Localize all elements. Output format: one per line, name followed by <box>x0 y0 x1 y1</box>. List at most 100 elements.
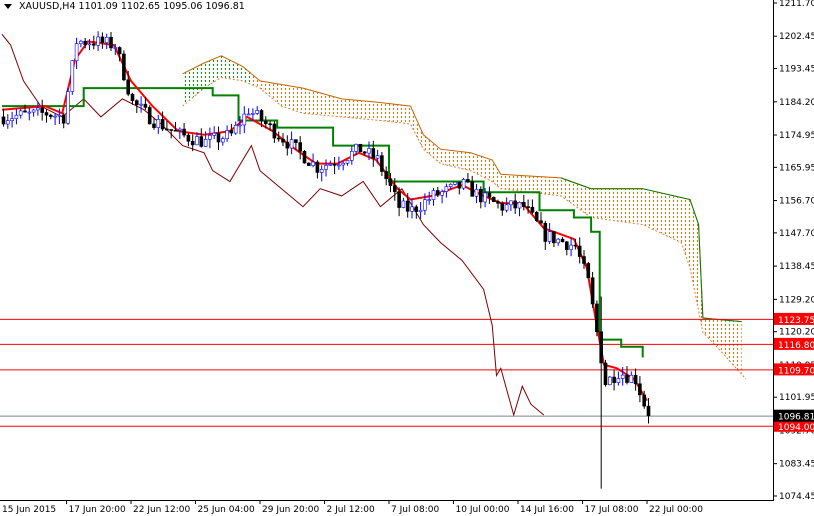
price-tick-label: 1147.70 <box>779 229 814 239</box>
candle-body <box>242 113 247 126</box>
price-chart[interactable]: 1211.70 1202.45 1193.45 1184.20 1174.95 1165.… <box>0 0 814 516</box>
chart-title: XAUUSD,H4 1101.09 1102.65 1095.06 1096.8… <box>4 1 247 12</box>
candle-body <box>225 130 229 139</box>
time-tick-label: 29 Jun 20:00 <box>262 505 319 515</box>
candle-body <box>569 244 573 250</box>
candle-body <box>298 142 303 152</box>
candle-body <box>319 169 324 173</box>
candle-body <box>642 394 647 407</box>
ohlc-low: 1095.06 <box>163 1 203 12</box>
candle-body <box>431 190 436 200</box>
candle-body <box>285 141 290 149</box>
price-tick-label: 1174.95 <box>779 131 814 141</box>
symbol-label: XAUUSD,H4 <box>19 1 76 12</box>
candle-body <box>130 93 135 101</box>
candle-body <box>603 362 608 386</box>
candle-body <box>556 238 561 244</box>
candle-body <box>418 209 423 212</box>
candle-body <box>315 161 320 173</box>
candle-body <box>534 212 539 222</box>
dropdown-triangle-icon[interactable] <box>4 4 12 9</box>
price-tick-label: 1129.20 <box>779 295 814 305</box>
candle-body <box>156 119 161 128</box>
candle-body <box>53 115 57 118</box>
candle-body <box>466 179 470 182</box>
candle-body <box>272 123 277 139</box>
candle-body <box>27 111 32 114</box>
candle-body <box>427 199 432 201</box>
candle-body <box>440 191 444 196</box>
price-tick-label: 1120.20 <box>779 328 814 338</box>
candle-body <box>620 374 625 379</box>
candle-body <box>392 185 397 193</box>
candle-body <box>143 103 148 108</box>
candle-body <box>14 114 19 119</box>
candle-body <box>397 191 401 208</box>
candle-body <box>113 47 118 49</box>
candle-body <box>263 120 268 125</box>
ohlc-high: 1102.65 <box>120 1 161 12</box>
candle-body <box>199 136 204 147</box>
price-tick-label: 1193.45 <box>779 65 814 75</box>
candle-body <box>478 188 483 203</box>
candle-body <box>190 140 195 146</box>
candle-body <box>208 135 212 140</box>
level-price-tag: 1109.70 <box>778 366 814 376</box>
candle-body <box>337 164 341 167</box>
candle-body <box>625 374 629 383</box>
candle-body <box>496 201 500 204</box>
candle-body <box>526 206 530 208</box>
candle-body <box>547 231 552 242</box>
candle-body <box>18 110 23 116</box>
candle-body <box>255 110 259 114</box>
candle-body <box>83 40 87 45</box>
candle-body <box>513 200 518 209</box>
candle-body <box>461 179 466 189</box>
candle-body <box>216 132 221 143</box>
candle-body <box>126 79 130 95</box>
candle-body <box>6 120 10 125</box>
candle-body <box>599 331 604 364</box>
candle-body <box>595 303 599 333</box>
candle-body <box>203 139 208 147</box>
bid-price-tag: 1096.81 <box>778 413 814 423</box>
candle-body <box>165 128 169 131</box>
candle-body <box>195 136 199 146</box>
candle-body <box>289 139 294 149</box>
candle-body <box>104 36 109 43</box>
candle-body <box>48 114 53 117</box>
candle-body <box>328 164 333 166</box>
candle-body <box>487 192 492 198</box>
horizontal-levels <box>0 318 773 427</box>
candle-body <box>509 200 513 206</box>
candle-body <box>294 139 298 143</box>
candle-body <box>345 160 350 164</box>
candle-body <box>384 171 389 180</box>
price-tick-label: 1074.45 <box>779 492 814 502</box>
ichimoku-cloud <box>182 55 747 380</box>
candle-body <box>79 40 83 44</box>
candle-body <box>66 91 70 124</box>
candle-body <box>388 178 393 186</box>
candle-body <box>70 60 75 92</box>
time-axis: 15 Jun 2015 17 Jun 20:00 22 Jun 12:00 25 Ju… <box>2 500 703 515</box>
candle-body <box>530 206 535 213</box>
candle-body <box>122 53 126 81</box>
candle-body <box>491 196 496 202</box>
time-tick-label: 10 Jul 00:00 <box>456 505 510 515</box>
price-tick-label: 1184.20 <box>779 98 814 108</box>
candle-body <box>61 114 66 124</box>
time-tick-label: 2 Jul 12:00 <box>327 505 376 515</box>
candle-body <box>358 143 363 153</box>
candle-body <box>268 123 272 126</box>
candle-body <box>173 129 178 132</box>
time-tick-label: 17 Jul 08:00 <box>585 505 639 515</box>
level-price-tag: 1123.75 <box>778 316 814 326</box>
candle-body <box>573 244 578 247</box>
time-tick-label: 22 Jul 00:00 <box>649 505 703 515</box>
candle-body <box>629 374 634 383</box>
candle-body <box>332 164 337 166</box>
time-tick-label: 25 Jun 04:00 <box>198 505 255 515</box>
candle-body <box>354 143 358 152</box>
candle-body <box>375 155 380 159</box>
